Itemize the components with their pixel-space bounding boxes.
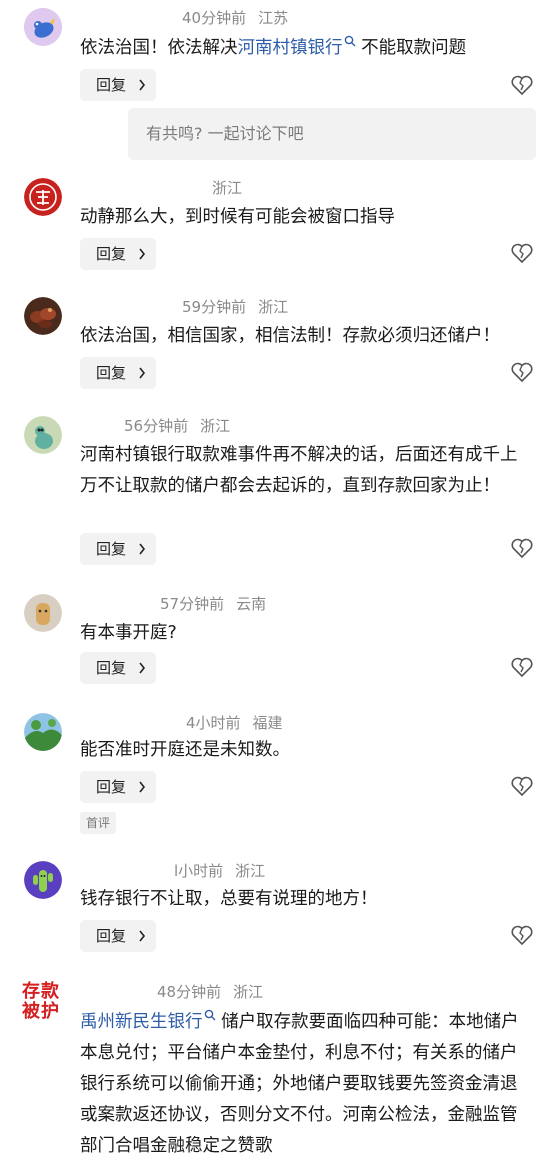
avatar[interactable] <box>24 713 62 751</box>
search-icon[interactable] <box>204 1009 216 1021</box>
avatar[interactable] <box>24 297 62 335</box>
comment-text: 有本事开庭? <box>80 623 177 643</box>
avatar[interactable] <box>24 178 62 216</box>
broken-heart-icon[interactable] <box>510 924 534 946</box>
comment-region: 浙江 <box>233 983 264 1001</box>
avatar[interactable]: 存款被护 <box>22 982 64 1024</box>
comment-text: 依法治国！依法解决河南村镇银行 不能取款问题 <box>80 33 530 64</box>
avatar-text: 存款被护 <box>22 981 60 1022</box>
comment-text: 禹州新民生银行 储户取存款要面临四种可能：本地储户本息兑付；平台储户本金垫付，利… <box>80 1007 530 1162</box>
broken-heart-icon[interactable] <box>510 537 534 559</box>
comment-region: 浙江 <box>212 179 243 197</box>
comment-meta: 56分钟前 浙江 <box>124 416 242 436</box>
reply-button[interactable]: 回复 <box>80 652 156 684</box>
comment-text: 能否准时开庭还是未知数。 <box>80 740 290 760</box>
broken-heart-icon[interactable] <box>510 74 534 96</box>
broken-heart-icon[interactable] <box>510 656 534 678</box>
comment-text: 动静那么大，到时候有可能会被窗口指导 <box>80 207 395 227</box>
comment-time: 40分钟前 <box>182 9 247 27</box>
reply-button[interactable]: 回复 <box>80 357 156 389</box>
reply-button[interactable]: 回复 <box>80 69 156 101</box>
comment-time: 4小时前 <box>186 714 241 732</box>
bank-link[interactable]: 河南村镇银行 <box>238 38 343 58</box>
avatar[interactable] <box>24 861 62 899</box>
comment-region: 浙江 <box>200 417 231 435</box>
chevron-right-icon <box>139 662 146 674</box>
comment-region: 浙江 <box>258 298 289 316</box>
chevron-right-icon <box>139 543 146 555</box>
comment-time: 57分钟前 <box>160 595 225 613</box>
comment-text: 钱存银行不让取，总要有说理的地方！ <box>80 889 378 909</box>
reply-button[interactable]: 回复 <box>80 920 156 952</box>
broken-heart-icon[interactable] <box>510 775 534 797</box>
broken-heart-icon[interactable] <box>510 242 534 264</box>
reply-button[interactable]: 回复 <box>80 238 156 270</box>
comment-meta: l小时前 浙江 <box>174 861 277 881</box>
broken-heart-icon[interactable] <box>510 361 534 383</box>
comment-text: 河南村镇银行取款难事件再不解决的话，后面还有成千上万不让取款的储户都会去起诉的，… <box>80 445 518 496</box>
comment-region: 浙江 <box>235 862 266 880</box>
bank-link[interactable]: 禹州新民生银行 <box>80 1012 203 1032</box>
comment-meta: 4小时前 福建 <box>186 713 295 733</box>
comment-time: 48分钟前 <box>157 983 222 1001</box>
avatar[interactable] <box>24 416 62 454</box>
comment-region: 云南 <box>236 595 267 613</box>
avatar[interactable] <box>24 594 62 632</box>
avatar[interactable] <box>24 8 62 46</box>
search-icon[interactable] <box>344 35 356 47</box>
comment-region: 福建 <box>252 714 283 732</box>
comment-time: 59分钟前 <box>182 298 247 316</box>
comment-meta: 59分钟前 浙江 <box>182 297 300 317</box>
comment-text: 依法治国，相信国家，相信法制！存款必须归还储户！ <box>80 326 500 346</box>
comment-meta: 48分钟前 浙江 <box>157 982 275 1002</box>
comment-meta: 40分钟前 江苏 <box>182 8 300 28</box>
chevron-right-icon <box>139 930 146 942</box>
reply-button[interactable]: 回复 <box>80 533 156 565</box>
comment-meta: 浙江 <box>200 178 254 198</box>
first-comment-badge: 首评 <box>80 812 116 834</box>
reply-button[interactable]: 回复 <box>80 771 156 803</box>
comment-time: l小时前 <box>174 862 224 880</box>
comment-meta: 57分钟前 云南 <box>160 594 278 614</box>
comment-region: 江苏 <box>258 9 289 27</box>
chevron-right-icon <box>139 248 146 260</box>
chevron-right-icon <box>139 367 146 379</box>
chevron-right-icon <box>139 79 146 91</box>
discuss-prompt[interactable]: 有共鸣? 一起讨论下吧 <box>128 108 536 160</box>
chevron-right-icon <box>139 781 146 793</box>
comment-time: 56分钟前 <box>124 417 189 435</box>
